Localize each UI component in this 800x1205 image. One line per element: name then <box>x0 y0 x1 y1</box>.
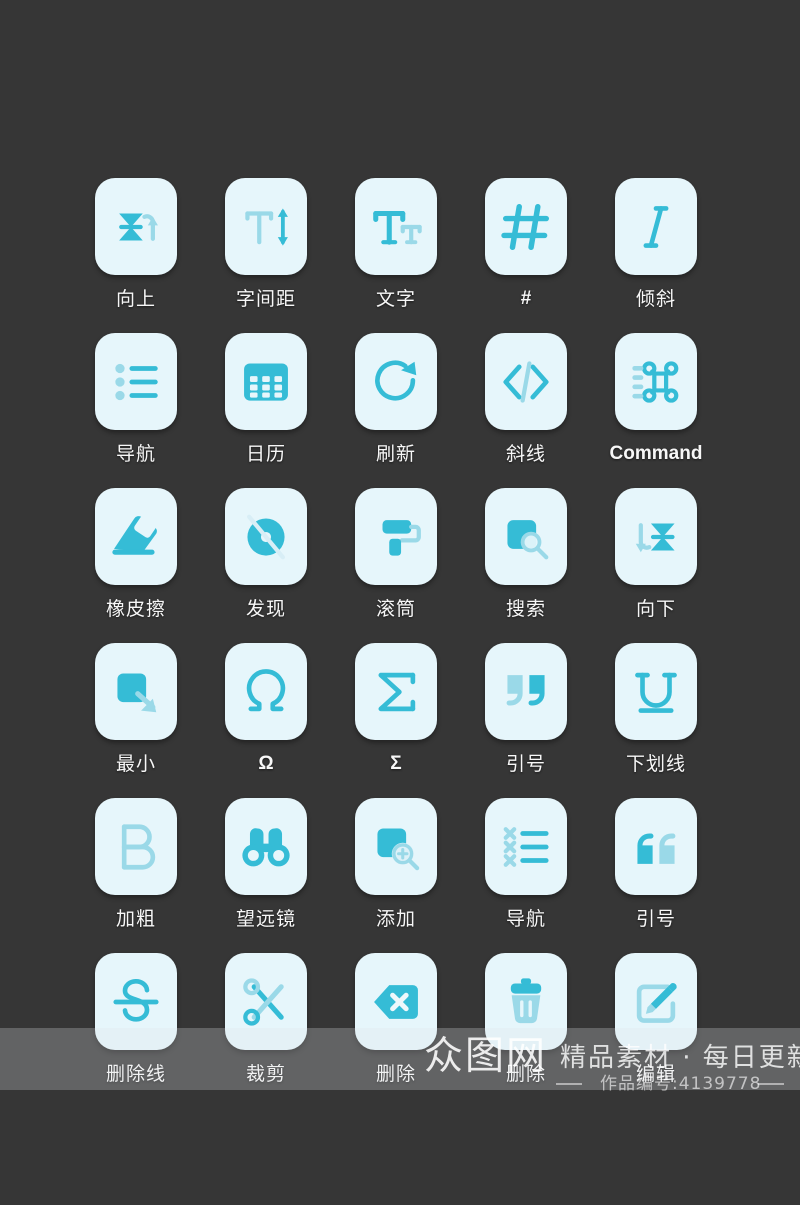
icon-cell-checklist-x[interactable]: 导航 <box>485 798 567 931</box>
icon-cell-trash[interactable]: 删除 <box>485 953 567 1086</box>
icon-label: # <box>520 288 532 309</box>
icon-label: 字间距 <box>235 288 296 310</box>
icon-label: 滚筒 <box>375 598 416 620</box>
icon-cell-calendar[interactable]: 日历 <box>225 333 307 466</box>
trash-icon[interactable] <box>485 953 567 1050</box>
icon-label: 向下 <box>635 598 676 620</box>
eraser-icon[interactable] <box>95 488 177 585</box>
icon-cell-quote-close[interactable]: 引号 <box>485 643 567 776</box>
move-up-icon[interactable] <box>95 178 177 275</box>
icon-label: 橡皮擦 <box>105 598 166 620</box>
icon-label: Σ <box>390 753 402 774</box>
icon-label: 发现 <box>245 598 286 620</box>
discover-off-icon[interactable] <box>225 488 307 585</box>
icon-cell-backspace-delete[interactable]: 删除 <box>355 953 437 1086</box>
text-size-icon[interactable] <box>355 178 437 275</box>
icon-label: 倾斜 <box>635 288 676 310</box>
refresh-icon[interactable] <box>355 333 437 430</box>
icon-cell-line-spacing[interactable]: 字间距 <box>225 178 307 311</box>
icon-label: 最小 <box>115 753 156 775</box>
icon-cell-omega[interactable]: Ω <box>225 643 307 776</box>
icon-cell-command[interactable]: Command <box>610 333 702 466</box>
icon-cell-bold[interactable]: 加粗 <box>95 798 177 931</box>
calendar-icon[interactable] <box>225 333 307 430</box>
icon-cell-move-down[interactable]: 向下 <box>615 488 697 621</box>
icon-cell-discover-off[interactable]: 发现 <box>225 488 307 621</box>
bold-icon[interactable] <box>95 798 177 895</box>
icon-cell-refresh[interactable]: 刷新 <box>355 333 437 466</box>
watermark-dash-right <box>758 1083 784 1085</box>
icon-label: 日历 <box>245 443 286 465</box>
icon-sheet: 向上 字间距 文字 # 倾斜 导航 日历 刷新 斜线 Command 橡皮擦 发… <box>0 0 800 1205</box>
icon-label: 下划线 <box>625 753 686 775</box>
italic-icon[interactable] <box>615 178 697 275</box>
icon-cell-italic[interactable]: 倾斜 <box>615 178 697 311</box>
code-slash-icon[interactable] <box>485 333 567 430</box>
icon-label: 裁剪 <box>245 1063 286 1085</box>
list-nav-icon[interactable] <box>95 333 177 430</box>
icon-label: 导航 <box>505 908 546 930</box>
icon-cell-eraser[interactable]: 橡皮擦 <box>95 488 177 621</box>
edit-pencil-icon[interactable] <box>615 953 697 1050</box>
icon-label: 删除 <box>505 1063 546 1085</box>
icon-label: 文字 <box>375 288 416 310</box>
icon-cell-sigma[interactable]: Σ <box>355 643 437 776</box>
icon-cell-code-slash[interactable]: 斜线 <box>485 333 567 466</box>
icon-label: 引号 <box>505 753 546 775</box>
icon-label: 删除 <box>375 1063 416 1085</box>
search-icon[interactable] <box>485 488 567 585</box>
underline-icon[interactable] <box>615 643 697 740</box>
line-spacing-icon[interactable] <box>225 178 307 275</box>
icon-label: 导航 <box>115 443 156 465</box>
zoom-in-icon[interactable] <box>355 798 437 895</box>
minimize-icon[interactable] <box>95 643 177 740</box>
icon-label: 加粗 <box>115 908 156 930</box>
icon-cell-paint-roller[interactable]: 滚筒 <box>355 488 437 621</box>
icon-label: 编辑 <box>635 1063 676 1085</box>
icon-cell-scissors[interactable]: 裁剪 <box>225 953 307 1086</box>
icon-cell-minimize[interactable]: 最小 <box>95 643 177 776</box>
icon-label: 望远镜 <box>235 908 296 930</box>
icon-cell-zoom-in[interactable]: 添加 <box>355 798 437 931</box>
strikethrough-icon[interactable] <box>95 953 177 1050</box>
icon-cell-search[interactable]: 搜索 <box>485 488 567 621</box>
icon-cell-quote-open[interactable]: 引号 <box>615 798 697 931</box>
icon-cell-list-nav[interactable]: 导航 <box>95 333 177 466</box>
quote-close-icon[interactable] <box>485 643 567 740</box>
icon-label: Ω <box>258 753 274 774</box>
icon-label: 刷新 <box>375 443 416 465</box>
icon-label: 搜索 <box>505 598 546 620</box>
binoculars-icon[interactable] <box>225 798 307 895</box>
icon-cell-hash[interactable]: # <box>485 178 567 311</box>
checklist-x-icon[interactable] <box>485 798 567 895</box>
quote-open-icon[interactable] <box>615 798 697 895</box>
icon-label: 向上 <box>115 288 156 310</box>
icon-cell-binoculars[interactable]: 望远镜 <box>225 798 307 931</box>
icon-cell-underline[interactable]: 下划线 <box>615 643 697 776</box>
icon-cell-strikethrough[interactable]: 删除线 <box>95 953 177 1086</box>
move-down-icon[interactable] <box>615 488 697 585</box>
omega-icon[interactable] <box>225 643 307 740</box>
icon-cell-move-up[interactable]: 向上 <box>95 178 177 311</box>
paint-roller-icon[interactable] <box>355 488 437 585</box>
backspace-delete-icon[interactable] <box>355 953 437 1050</box>
icon-grid: 向上 字间距 文字 # 倾斜 导航 日历 刷新 斜线 Command 橡皮擦 发… <box>95 178 705 1086</box>
hash-icon[interactable] <box>485 178 567 275</box>
command-icon[interactable] <box>615 333 697 430</box>
icon-cell-edit-pencil[interactable]: 编辑 <box>615 953 697 1086</box>
icon-label: 引号 <box>635 908 676 930</box>
icon-label: Command <box>609 443 703 464</box>
sigma-icon[interactable] <box>355 643 437 740</box>
icon-label: 删除线 <box>105 1063 166 1085</box>
scissors-icon[interactable] <box>225 953 307 1050</box>
icon-label: 斜线 <box>505 443 546 465</box>
icon-cell-text-size[interactable]: 文字 <box>355 178 437 311</box>
icon-label: 添加 <box>375 908 416 930</box>
